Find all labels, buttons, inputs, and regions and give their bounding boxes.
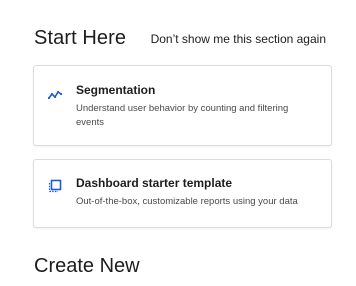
segmentation-card-title: Segmentation <box>76 83 156 97</box>
start-here-header: Start Here Don’t show me this section ag… <box>34 27 334 53</box>
segmentation-card-description: Understand user behavior by counting and… <box>76 103 289 128</box>
segmentation-card[interactable]: Segmentation Understand user behavior by… <box>33 65 332 146</box>
create-new-title: Create New <box>34 255 140 277</box>
start-here-title: Start Here <box>34 27 127 49</box>
dashboard-template-icon <box>48 179 62 193</box>
dismiss-section-link[interactable]: Don’t show me this section again <box>151 32 326 46</box>
dashboard-template-card[interactable]: Dashboard starter template Out-of-the-bo… <box>33 159 332 228</box>
segmentation-chart-icon <box>47 88 63 102</box>
dashboard-template-card-title: Dashboard starter template <box>76 176 233 190</box>
dashboard-template-card-description: Out-of-the-box, customizable reports usi… <box>76 196 298 207</box>
